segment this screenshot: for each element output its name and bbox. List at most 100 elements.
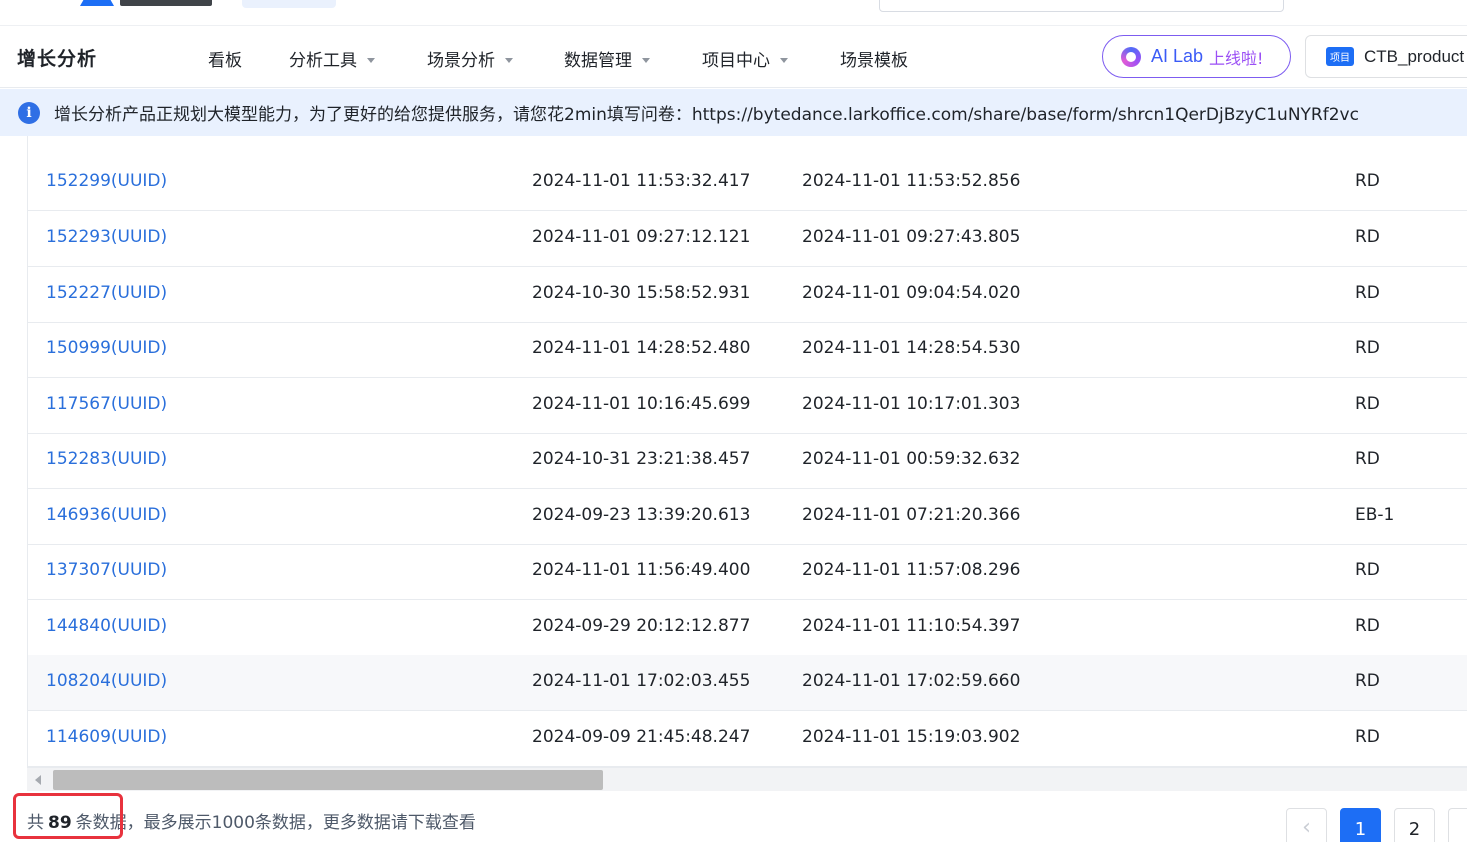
pagination-page-1[interactable]: 1 [1340, 808, 1381, 842]
ai-lab-button[interactable]: AI Lab 上线啦! [1102, 35, 1291, 78]
start-time-cell: 2024-11-01 17:02:03.455 [532, 671, 751, 691]
ai-lab-tag: 上线啦! [1209, 48, 1264, 68]
start-time-cell: 2024-10-30 15:58:52.931 [532, 283, 751, 303]
start-time-cell: 2024-11-01 11:56:49.400 [532, 560, 751, 580]
page-number: 1 [1354, 819, 1367, 840]
nav-item-data-management[interactable]: 数据管理 [564, 46, 650, 71]
project-name: CTB_product [1364, 46, 1465, 66]
chevron-left-icon: ‹ [1302, 815, 1311, 840]
end-time-cell: 2024-11-01 11:53:52.856 [802, 171, 1021, 191]
start-time-cell: 2024-11-01 11:53:32.417 [532, 171, 751, 191]
table-row: 146936(UUID) 2024-09-23 13:39:20.613 202… [28, 489, 1467, 545]
project-selector[interactable]: 项目 CTB_product [1305, 35, 1467, 78]
end-time-cell: 2024-11-01 09:27:43.805 [802, 227, 1021, 247]
role-cell: RD [1355, 227, 1380, 247]
end-time-cell: 2024-11-01 10:17:01.303 [802, 394, 1021, 414]
role-cell: EB-1 [1355, 505, 1395, 525]
project-badge: 项目 [1326, 47, 1354, 66]
uuid-link[interactable]: 108204(UUID) [46, 671, 167, 691]
caret-down-icon [642, 57, 650, 63]
scrollbar-thumb[interactable] [53, 770, 603, 790]
uuid-link[interactable]: 152227(UUID) [46, 283, 167, 303]
nav-item-scenario-templates[interactable]: 场景模板 [840, 46, 908, 71]
role-cell: RD [1355, 283, 1380, 303]
caret-down-icon [780, 57, 788, 63]
start-time-cell: 2024-10-31 23:21:38.457 [532, 449, 751, 469]
start-time-cell: 2024-11-01 10:16:45.699 [532, 394, 751, 414]
table-row: 144840(UUID) 2024-09-29 20:12:12.877 202… [28, 600, 1467, 656]
uuid-link[interactable]: 114609(UUID) [46, 727, 167, 747]
highlight-box [13, 793, 123, 839]
search-input[interactable] [879, 0, 1284, 12]
end-time-cell: 2024-11-01 17:02:59.660 [802, 671, 1021, 691]
start-time-cell: 2024-09-29 20:12:12.877 [532, 616, 751, 636]
table-row: 152293(UUID) 2024-11-01 09:27:12.121 202… [28, 211, 1467, 267]
table-row: 137307(UUID) 2024-11-01 11:56:49.400 202… [28, 544, 1467, 600]
nav-item-project-center[interactable]: 项目中心 [702, 46, 788, 71]
table-row: 152299(UUID) 2024-11-01 11:53:32.417 202… [28, 155, 1467, 211]
role-cell: RD [1355, 727, 1380, 747]
role-cell: RD [1355, 671, 1380, 691]
nav-item-dashboard[interactable]: 看板 [208, 46, 242, 71]
table-row: 152227(UUID) 2024-10-30 15:58:52.931 202… [28, 267, 1467, 323]
logo-icon[interactable] [80, 0, 114, 6]
end-time-cell: 2024-11-01 11:10:54.397 [802, 616, 1021, 636]
data-table: 152299(UUID) 2024-11-01 11:53:32.417 202… [27, 136, 1467, 767]
summary-suffix: 条数据，最多展示1000条数据，更多数据请下载查看 [75, 813, 476, 833]
nav-item-analysis-tools[interactable]: 分析工具 [289, 46, 375, 71]
uuid-link[interactable]: 152293(UUID) [46, 227, 167, 247]
table-row: 108204(UUID) 2024-11-01 17:02:03.455 202… [28, 655, 1467, 711]
uuid-link[interactable]: 117567(UUID) [46, 394, 167, 414]
ai-lab-label: AI Lab [1151, 46, 1204, 66]
nav-item-label: 分析工具 [289, 51, 357, 71]
role-cell: RD [1355, 338, 1380, 358]
end-time-cell: 2024-11-01 00:59:32.632 [802, 449, 1021, 469]
nav-item-scenario-analysis[interactable]: 场景分析 [427, 46, 513, 71]
uuid-link[interactable]: 144840(UUID) [46, 616, 167, 636]
role-cell: RD [1355, 394, 1380, 414]
scroll-left-icon[interactable] [35, 775, 41, 785]
table-row: 152283(UUID) 2024-10-31 23:21:38.457 202… [28, 433, 1467, 489]
pagination-page-2[interactable]: 2 [1394, 808, 1435, 842]
table-row: 114609(UUID) 2024-09-09 21:45:48.247 202… [28, 711, 1467, 767]
uuid-link[interactable]: 152283(UUID) [46, 449, 167, 469]
nav-item-label: 看板 [208, 51, 242, 71]
nav-item-label: 数据管理 [564, 51, 632, 71]
end-time-cell: 2024-11-01 11:57:08.296 [802, 560, 1021, 580]
role-cell: RD [1355, 616, 1380, 636]
info-icon: i [18, 101, 40, 124]
table-row: 117567(UUID) 2024-11-01 10:16:45.699 202… [28, 378, 1467, 434]
start-time-cell: 2024-09-23 13:39:20.613 [532, 505, 751, 525]
top-pill[interactable] [242, 0, 336, 8]
end-time-cell: 2024-11-01 09:04:54.020 [802, 283, 1021, 303]
end-time-cell: 2024-11-01 07:21:20.366 [802, 505, 1021, 525]
role-cell: RD [1355, 449, 1380, 469]
horizontal-scrollbar[interactable] [27, 767, 1467, 791]
pagination-page-next[interactable] [1448, 808, 1467, 842]
role-cell: RD [1355, 171, 1380, 191]
uuid-link[interactable]: 150999(UUID) [46, 338, 167, 358]
nav-item-label: 场景模板 [840, 51, 908, 71]
role-cell: RD [1355, 560, 1380, 580]
uuid-link[interactable]: 146936(UUID) [46, 505, 167, 525]
caret-down-icon [367, 57, 375, 63]
uuid-link[interactable]: 137307(UUID) [46, 560, 167, 580]
end-time-cell: 2024-11-01 14:28:54.530 [802, 338, 1021, 358]
start-time-cell: 2024-11-01 14:28:52.480 [532, 338, 751, 358]
brand-title: 增长分析 [17, 48, 98, 70]
pagination-prev-button[interactable]: ‹ [1286, 808, 1327, 842]
start-time-cell: 2024-09-09 21:45:48.247 [532, 727, 751, 747]
table-row: 150999(UUID) 2024-11-01 14:28:52.480 202… [28, 322, 1467, 378]
nav-item-label: 场景分析 [427, 51, 495, 71]
main-navbar: 增长分析 看板 分析工具 场景分析 数据管理 项目中心 场景模板 AI Lab … [0, 26, 1467, 88]
logo-text [120, 0, 212, 6]
notice-text[interactable]: 增长分析产品正规划大模型能力，为了更好的给您提供服务，请您花2min填写问卷：h… [54, 100, 1359, 125]
caret-down-icon [505, 57, 513, 63]
top-strip [0, 0, 1467, 26]
start-time-cell: 2024-11-01 09:27:12.121 [532, 227, 751, 247]
notice-banner: i 增长分析产品正规划大模型能力，为了更好的给您提供服务，请您花2min填写问卷… [0, 89, 1467, 136]
table-footer: 共 89 条数据，最多展示1000条数据，更多数据请下载查看 ‹ 1 2 [0, 792, 1467, 842]
uuid-link[interactable]: 152299(UUID) [46, 171, 167, 191]
ai-lab-icon [1121, 46, 1141, 67]
nav-item-label: 项目中心 [702, 51, 770, 71]
